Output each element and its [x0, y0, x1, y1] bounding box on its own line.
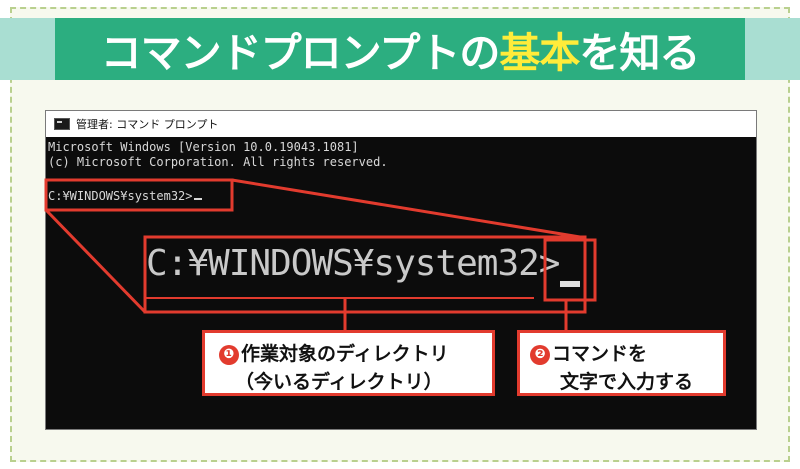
callout-command: ❷ コマンドを 文字で入力する	[517, 330, 726, 396]
callout-text: （今いるディレクトリ）	[235, 371, 443, 393]
callout-line: （今いるディレクトリ）	[235, 367, 443, 394]
callout-text: コマンドを	[552, 343, 648, 365]
zoom-guide-top	[231, 178, 581, 239]
callout-text: 作業対象のディレクトリ	[241, 343, 449, 365]
annotation-overlay	[44, 178, 597, 330]
cursor-highlight-box	[543, 238, 597, 302]
callout-directory: ❶ 作業対象のディレクトリ （今いるディレクトリ）	[202, 330, 495, 396]
number-badge: ❷	[530, 345, 550, 365]
zoom-highlight-box	[143, 235, 587, 314]
zoom-guide-bottom	[44, 208, 147, 314]
prompt-highlight-box	[44, 178, 234, 212]
callout-line: ❷ コマンドを	[530, 339, 647, 366]
number-badge: ❶	[219, 345, 239, 365]
callout-line: 文字で入力する	[560, 367, 693, 394]
callout-text: 文字で入力する	[560, 371, 694, 393]
callout-line: ❶ 作業対象のディレクトリ	[219, 339, 449, 366]
